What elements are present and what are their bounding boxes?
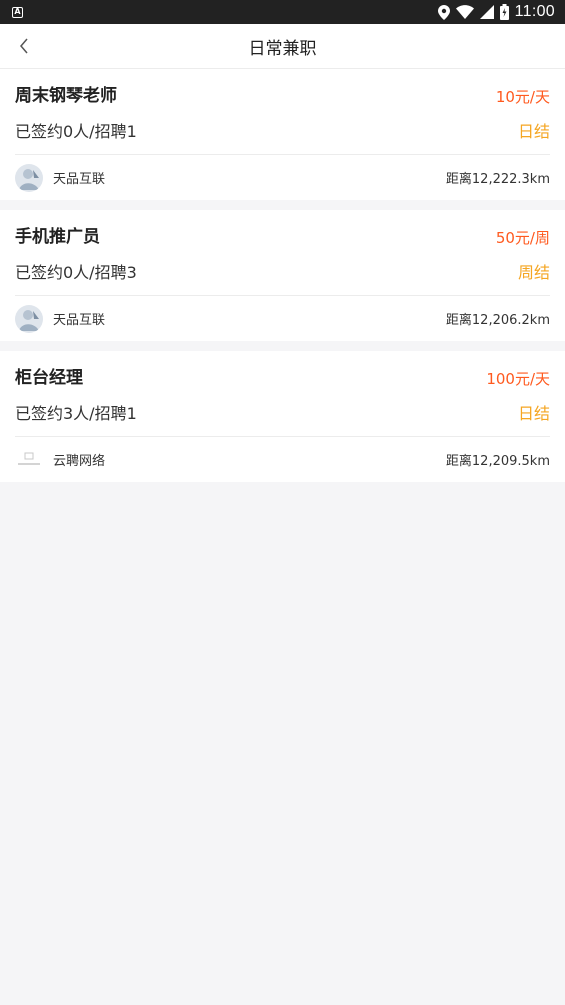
location-icon	[437, 4, 450, 20]
job-signed-count: 已签约0人/招聘1	[15, 121, 137, 141]
distance: 距离12,209.5km	[445, 454, 550, 469]
job-title: 周末钢琴老师	[15, 86, 117, 106]
company-name: 天品互联	[53, 172, 106, 187]
chevron-left-icon	[20, 38, 28, 54]
back-button[interactable]	[8, 30, 40, 62]
job-settlement: 日结	[517, 121, 550, 141]
job-list: 周末钢琴老师 10元/天 已签约0人/招聘1 日结 天品互联 距离12,222.…	[0, 69, 565, 482]
company-avatar	[15, 304, 43, 333]
nav-bar: 日常兼职	[0, 24, 565, 69]
company-name: 天品互联	[53, 313, 106, 328]
job-signed-count: 已签约0人/招聘3	[15, 262, 137, 282]
distance: 距离12,206.2km	[445, 313, 550, 328]
job-signed-count: 已签约3人/招聘1	[15, 403, 137, 423]
status-time: 11:00	[514, 3, 555, 20]
wifi-icon	[455, 5, 474, 19]
company-name: 云聘网络	[53, 454, 106, 469]
status-bar: A 11:00	[0, 0, 565, 24]
a-notification-icon: A	[12, 6, 23, 18]
job-pay: 10元/天	[495, 88, 550, 106]
company-avatar	[15, 163, 43, 192]
battery-icon	[499, 4, 509, 20]
company-logo	[15, 445, 43, 474]
job-pay: 50元/周	[495, 229, 550, 247]
job-card[interactable]: 柜台经理 100元/天 已签约3人/招聘1 日结 云聘网络 距离12,209.5…	[0, 351, 565, 482]
job-settlement: 周结	[517, 262, 550, 282]
distance: 距离12,222.3km	[445, 172, 550, 187]
job-pay: 100元/天	[486, 370, 550, 388]
job-title: 柜台经理	[15, 368, 83, 388]
job-card[interactable]: 周末钢琴老师 10元/天 已签约0人/招聘1 日结 天品互联 距离12,222.…	[0, 69, 565, 200]
job-settlement: 日结	[517, 403, 550, 423]
job-card[interactable]: 手机推广员 50元/周 已签约0人/招聘3 周结 天品互联 距离12,206.2…	[0, 210, 565, 341]
signal-icon	[479, 5, 494, 19]
job-title: 手机推广员	[15, 227, 100, 247]
page-title: 日常兼职	[248, 38, 317, 59]
